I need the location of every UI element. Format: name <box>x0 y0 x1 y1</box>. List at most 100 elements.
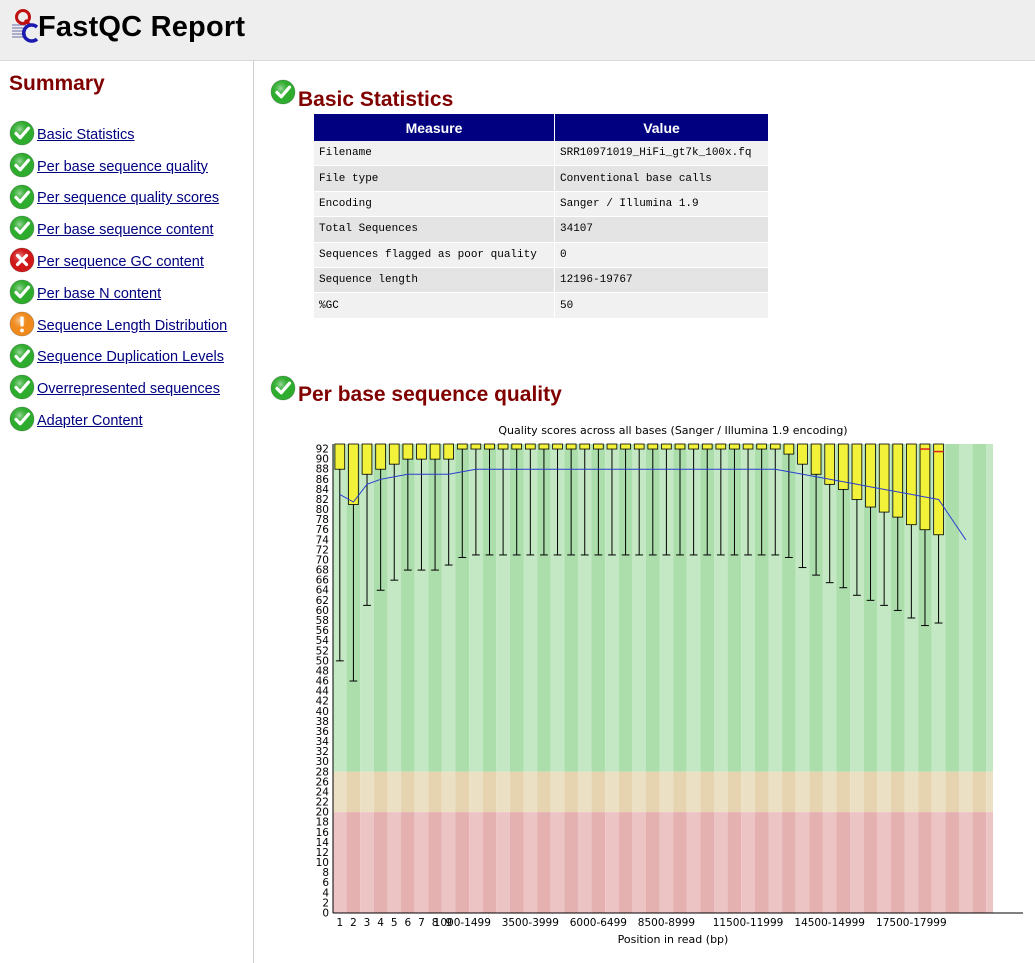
measure-cell: File type <box>314 166 554 192</box>
nav-link-overrepresented-sequences[interactable]: Overrepresented sequences <box>37 381 220 397</box>
box <box>797 443 808 465</box>
box <box>593 443 604 450</box>
box <box>579 443 591 450</box>
box <box>552 443 563 450</box>
quality-band-red <box>550 812 565 913</box>
nav-link-sequence-duplication-levels[interactable]: Sequence Duplication Levels <box>37 349 224 365</box>
nav-item-per-base-sequence-quality: Per base sequence quality <box>9 151 227 183</box>
status-pass-icon <box>9 406 35 432</box>
quality-band-red <box>618 812 633 913</box>
quality-band-red <box>809 812 823 913</box>
nav-link-per-base-sequence-quality[interactable]: Per base sequence quality <box>37 159 208 175</box>
quality-band-red <box>605 812 619 913</box>
quality-band-red <box>686 812 701 913</box>
quality-band-green <box>986 444 993 772</box>
quality-band-red <box>754 812 769 913</box>
nav-link-adapter-content[interactable]: Adapter Content <box>37 413 143 429</box>
quality-boxplot: 0246810121416182022242628303234363840424… <box>316 424 1023 946</box>
quality-band-red <box>645 812 660 913</box>
column-header-measure: Measure <box>314 114 554 141</box>
table-row: Sequence length 12196-19767 <box>314 267 768 294</box>
quality-band-red <box>877 812 891 913</box>
nav-link-per-base-sequence-content[interactable]: Per base sequence content <box>37 222 214 238</box>
quality-band-orange <box>523 771 538 813</box>
nav-link-per-sequence-gc-content[interactable]: Per sequence GC content <box>37 254 204 270</box>
value-cell: 34107 <box>555 217 768 243</box>
quality-band-red <box>455 812 470 913</box>
box <box>919 443 931 531</box>
value-cell: 0 <box>555 242 768 268</box>
box <box>769 443 781 450</box>
box <box>484 443 495 450</box>
status-warn-icon <box>9 311 35 337</box>
fastqc-logo-icon <box>12 9 39 43</box>
quality-band-red <box>700 812 715 913</box>
status-pass-icon <box>9 120 35 146</box>
box <box>565 443 577 450</box>
box <box>688 443 699 450</box>
nav-link-per-base-n-content[interactable]: Per base N content <box>37 286 161 302</box>
box <box>348 443 359 505</box>
value-cell: Conventional base calls <box>555 166 768 192</box>
quality-band-orange <box>945 771 959 813</box>
quality-band-orange <box>387 771 402 813</box>
quality-band-orange <box>509 771 524 813</box>
quality-band-red <box>958 812 973 913</box>
value-cell: 12196-19767 <box>555 267 768 294</box>
quality-band-red <box>496 812 510 913</box>
per-base-quality-pass-icon <box>270 375 296 401</box>
quality-band-orange <box>441 771 456 813</box>
x-tick-label: 8500-8999 <box>638 917 695 929</box>
quality-band-red <box>904 812 919 913</box>
quality-band-orange <box>482 771 497 813</box>
quality-band-orange <box>836 771 851 813</box>
quality-band-orange <box>918 771 932 813</box>
quality-band-red <box>401 812 415 913</box>
quality-band-orange <box>890 771 905 813</box>
quality-band-orange <box>686 771 701 813</box>
value-cell: Sanger / Illumina 1.9 <box>555 191 768 218</box>
quality-band-orange <box>809 771 823 813</box>
box <box>388 443 400 465</box>
box <box>416 443 427 460</box>
quality-band-red <box>714 812 728 913</box>
quality-band-green <box>945 444 959 772</box>
x-tick-label: 6 <box>405 917 412 929</box>
status-pass-icon <box>9 343 35 369</box>
nav-link-sequence-length-distribution[interactable]: Sequence Length Distribution <box>37 318 227 334</box>
quality-band-red <box>836 812 851 913</box>
quality-band-red <box>577 812 592 913</box>
quality-band-red <box>564 812 578 913</box>
box <box>674 443 686 450</box>
quality-band-orange <box>700 771 715 813</box>
box <box>334 443 346 470</box>
quality-chart: 0 2 4 6 8 10 12 14 16 18 20 22 24 26 28 30 32 34 36 38 40 42 4… <box>300 420 1030 950</box>
quality-band-red <box>727 812 742 913</box>
box <box>851 443 863 500</box>
quality-band-orange <box>333 771 347 813</box>
quality-band-orange <box>782 771 796 813</box>
status-fail-icon <box>9 247 35 273</box>
value-cell: 50 <box>555 293 768 319</box>
box <box>810 443 822 475</box>
basic-statistics-heading: Basic Statistics <box>298 88 454 111</box>
summary-nav: Basic Statistics Per base sequence quali… <box>9 119 227 437</box>
x-tick-label: 17500-17999 <box>876 917 947 929</box>
box <box>538 443 550 450</box>
nav-link-per-sequence-quality-scores[interactable]: Per sequence quality scores <box>37 190 219 206</box>
x-tick-label: 11500-11999 <box>713 917 784 929</box>
box <box>470 443 482 450</box>
quality-band-red <box>931 812 946 913</box>
quality-band-orange <box>428 771 442 813</box>
quality-band-green <box>972 444 987 772</box>
quality-band-red <box>509 812 524 913</box>
table-row: Sequences flagged as poor quality 0 <box>314 242 768 268</box>
quality-band-orange <box>958 771 973 813</box>
status-pass-icon <box>9 374 35 400</box>
nav-link-basic-statistics[interactable]: Basic Statistics <box>37 127 135 143</box>
quality-band-orange <box>795 771 810 813</box>
quality-band-red <box>890 812 905 913</box>
box <box>715 443 727 450</box>
box <box>633 443 645 450</box>
box <box>620 443 631 450</box>
